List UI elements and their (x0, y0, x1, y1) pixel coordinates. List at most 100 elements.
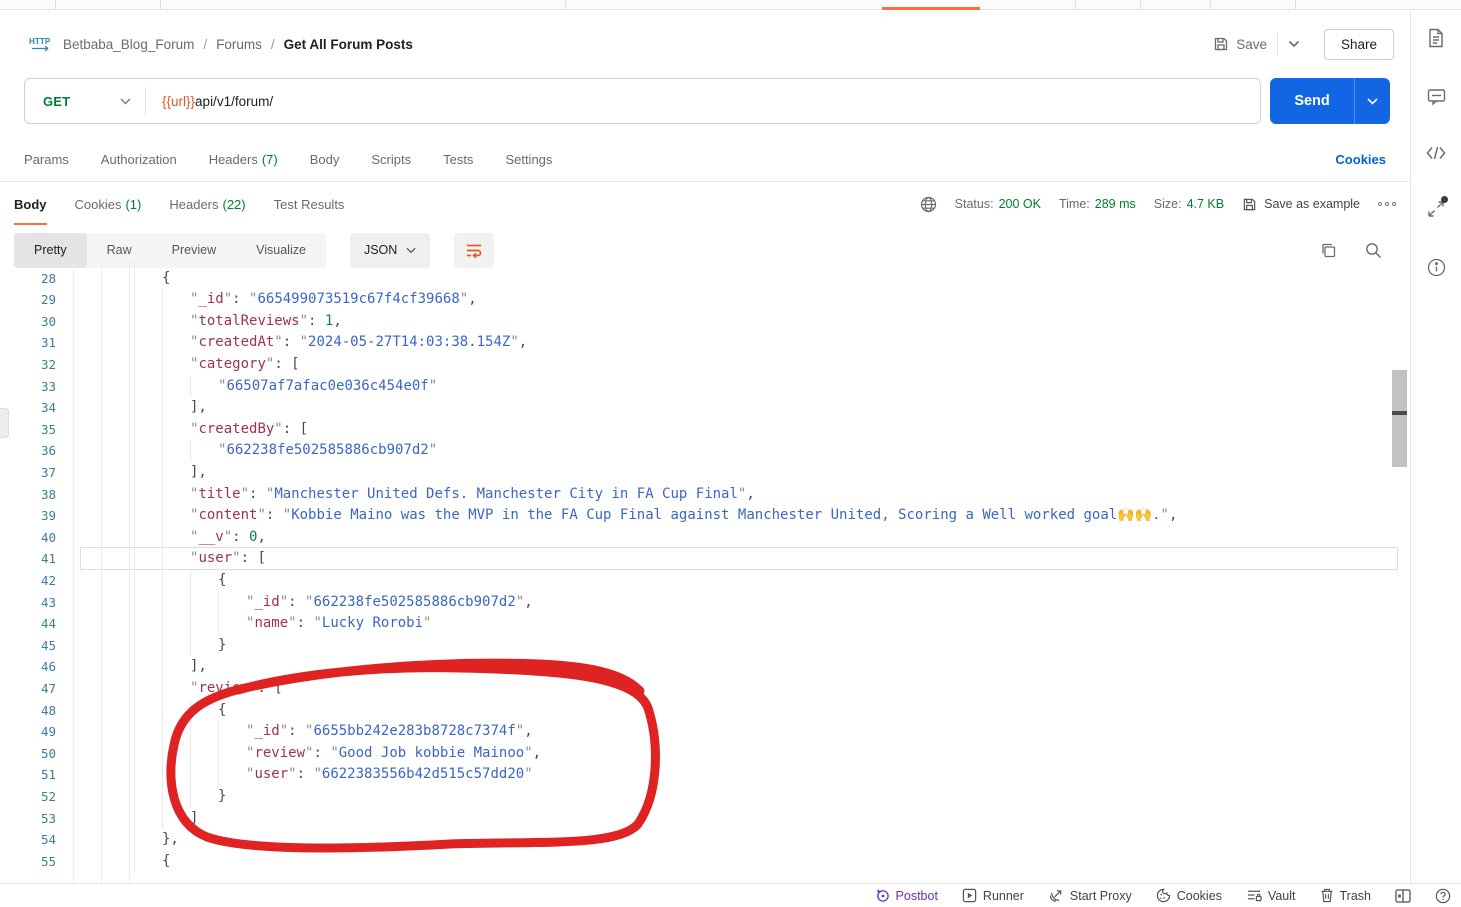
response-tab-body[interactable]: Body (14, 184, 47, 225)
time-pair[interactable]: Time: 289 ms (1059, 197, 1136, 211)
save-button[interactable]: Save (1213, 36, 1267, 52)
line-number: 46 (40, 659, 56, 675)
send-options-chevron-icon[interactable] (1354, 78, 1390, 124)
method-value: GET (43, 93, 71, 109)
save-as-example-button[interactable]: Save as example (1242, 197, 1360, 212)
statusbar-trash-button[interactable]: Trash (1320, 888, 1371, 903)
line-number: 50 (40, 745, 56, 761)
line-number: 49 (40, 724, 56, 740)
statusbar-postbot-button[interactable]: Postbot (875, 888, 938, 903)
comments-icon[interactable] (1427, 88, 1446, 106)
scrollbar-thumb[interactable] (1392, 370, 1407, 467)
statusbar-items: Postbot Runner Start Proxy Cookies Vault Tras… (875, 888, 1371, 903)
line-number: 38 (40, 486, 56, 502)
copy-icon (1322, 243, 1336, 257)
tab-tests[interactable]: Tests (443, 152, 473, 167)
tab-authorization[interactable]: Authorization (101, 152, 177, 167)
left-panel-handle[interactable] (0, 408, 9, 438)
code-line-41: 41 "user": [ (0, 547, 1410, 570)
line-number: 39 (40, 508, 56, 524)
request-tabs: Params Authorization Headers (7) Body Scripts… (0, 138, 1410, 182)
code-line-42: 42{ (0, 570, 1410, 592)
code-line-53: 53] (0, 807, 1410, 830)
statusbar-vault-button[interactable]: Vault (1246, 888, 1296, 903)
time-value: 289 ms (1094, 197, 1136, 211)
code-line-48: 48{ (0, 699, 1410, 722)
code-line-39: 39 "content": "Kobbie Maino was the MVP i… (0, 505, 1410, 527)
cookies-icon (1156, 888, 1170, 903)
breadcrumb-folder[interactable]: Forums (216, 37, 262, 52)
more-options-icon[interactable] (1378, 202, 1396, 206)
vault-icon (1247, 890, 1262, 902)
code-line-30: 30 "totalReviews": 1, (0, 310, 1410, 333)
right-sidebar (1410, 10, 1461, 883)
http-badge-text: HTTP (29, 37, 51, 46)
start-proxy-icon (1049, 890, 1062, 902)
status-label: Status: (954, 197, 994, 211)
tab-strip-divider (1295, 0, 1296, 10)
resize-pane-icon[interactable] (1427, 196, 1448, 218)
send-label: Send (1294, 93, 1330, 109)
postman-app: HTTP Betbaba_Blog_Forum / Forums / Get A… (0, 0, 1461, 907)
cookies-link[interactable]: Cookies (1335, 152, 1386, 167)
tab-scripts[interactable]: Scripts (371, 152, 411, 167)
response-tab-cookies[interactable]: Cookies (1) (75, 184, 142, 225)
url-input[interactable]: {{url}}api/v1/forum/ (146, 94, 273, 109)
time-label: Time: (1058, 197, 1090, 211)
tab-strip-divider (55, 0, 56, 10)
copy-response-button[interactable] (1320, 242, 1337, 259)
breadcrumb-collection[interactable]: Betbaba_Blog_Forum (63, 37, 194, 52)
tab-settings[interactable]: Settings (505, 152, 552, 167)
size-pair[interactable]: Size: 4.7 KB (1154, 197, 1224, 211)
split-panel-icon[interactable] (1395, 888, 1411, 903)
method-select[interactable]: GET (25, 94, 145, 109)
line-number: 47 (40, 681, 56, 696)
tab-body[interactable]: Body (310, 152, 340, 167)
statusbar-cookies-button[interactable]: Cookies (1156, 888, 1222, 903)
code-line-36: 36 "662238fe502585886cb907d2" (0, 440, 1410, 462)
send-button[interactable]: Send (1270, 78, 1390, 124)
statusbar-start-proxy-button[interactable]: Start Proxy (1048, 888, 1132, 903)
format-value: JSON (363, 243, 398, 257)
scrollbar-position-marker (1392, 411, 1407, 415)
documentation-icon[interactable] (1427, 28, 1445, 48)
line-number: 51 (40, 767, 56, 783)
code-snippet-icon[interactable] (1426, 146, 1446, 160)
tab-headers[interactable]: Headers (7) (209, 152, 278, 167)
response-body-code[interactable]: 27},28{29"_id": "665499073519c67f4cf3966… (0, 262, 1410, 883)
window-tab-strip (0, 0, 1461, 10)
info-icon[interactable] (1427, 258, 1446, 277)
size-value: 4.7 KB (1186, 197, 1225, 211)
url-row: GET {{url}}api/v1/forum/ Send (24, 78, 1390, 124)
line-number: 42 (40, 573, 56, 588)
line-number: 32 (40, 357, 56, 372)
code-line-31: 31 "createdAt": "2024-05-27T14:03:38.154Z… (0, 332, 1410, 354)
response-tab-test-results[interactable]: Test Results (274, 184, 345, 225)
code-line-44: 44 "name": "Lucky Rorobi" (0, 613, 1410, 635)
code-line-51: 51 "user": "6622383556b42d515c57dd20" (0, 764, 1410, 786)
wrap-lines-icon (467, 244, 482, 258)
breadcrumb-separator: / (203, 36, 208, 52)
help-icon[interactable] (1435, 888, 1451, 904)
statusbar-runner-button[interactable]: Runner (962, 888, 1024, 903)
line-number: 36 (40, 443, 56, 459)
request-title[interactable]: Get All Forum Posts (284, 37, 413, 52)
tab-params[interactable]: Params (24, 152, 69, 167)
request-pane: HTTP Betbaba_Blog_Forum / Forums / Get A… (0, 10, 1410, 883)
tab-strip-divider (1075, 0, 1076, 10)
code-line-33: 33 "66507af7afac0e036c454e0f" (0, 375, 1410, 398)
breadcrumb-separator: / (270, 36, 275, 52)
code-line-46: 46], (0, 656, 1410, 678)
line-number: 44 (40, 616, 56, 632)
tab-strip-divider (565, 0, 566, 10)
line-number: 40 (40, 529, 56, 545)
code-line-49: 49 "_id": "6655bb242e283b8728c7374f", (0, 721, 1410, 743)
share-button[interactable]: Share (1323, 28, 1394, 60)
response-tab-headers[interactable]: Headers (22) (169, 184, 245, 225)
save-options-chevron-icon[interactable] (1288, 40, 1300, 48)
search-response-button[interactable] (1365, 242, 1382, 259)
code-line-45: 45} (0, 634, 1410, 657)
code-line-55: 55{ (0, 850, 1410, 873)
code-line-28: 28{ (0, 267, 1410, 290)
line-number: 48 (40, 702, 56, 718)
